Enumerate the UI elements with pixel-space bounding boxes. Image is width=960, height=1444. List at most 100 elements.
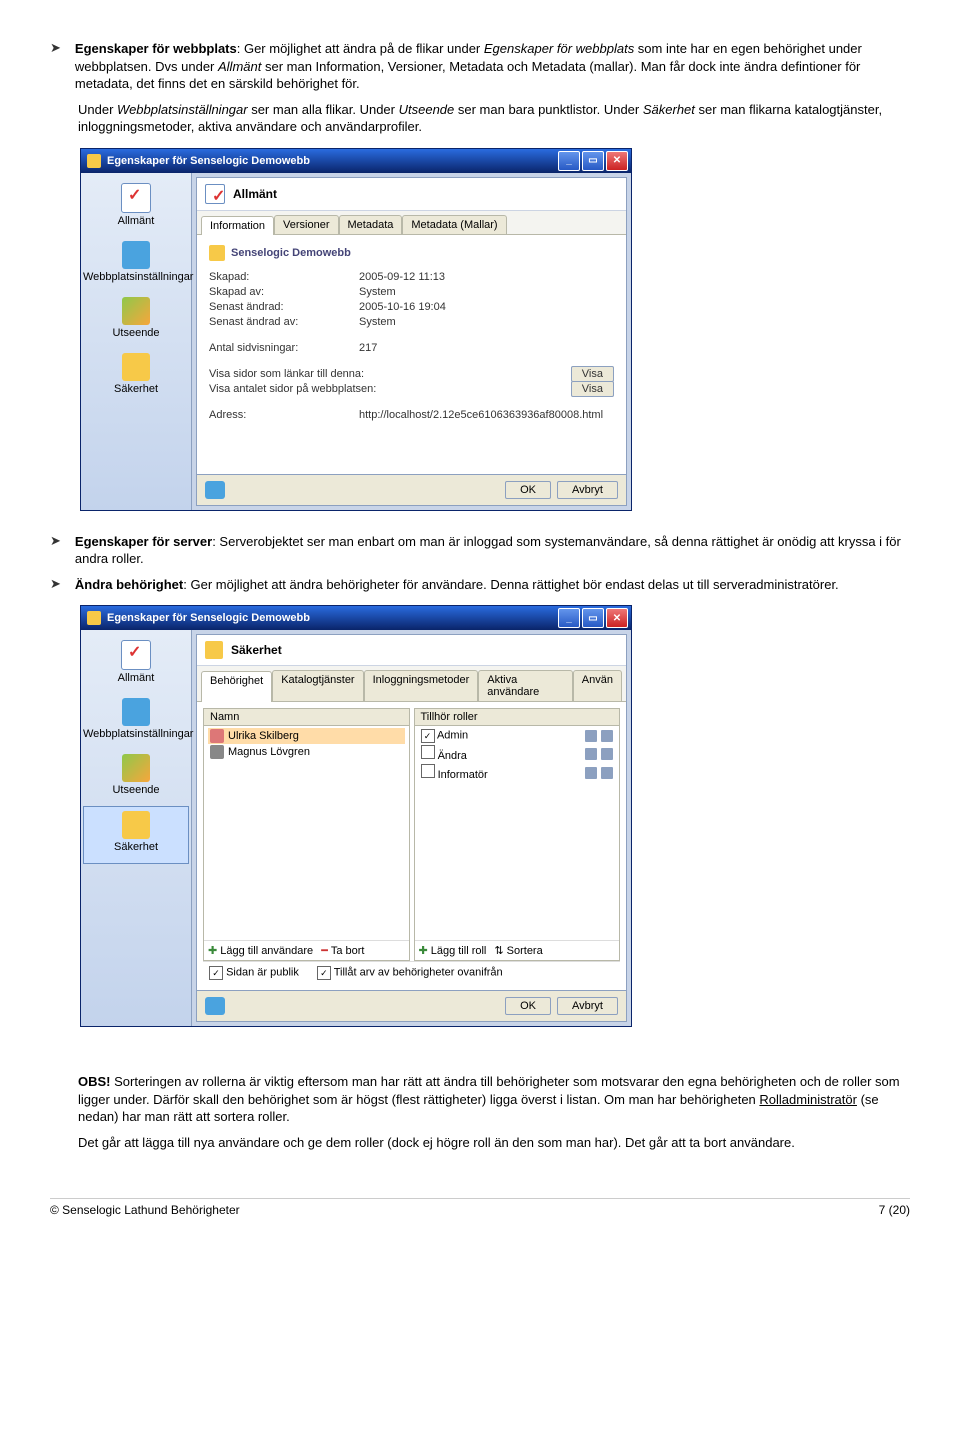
value-senast-andrad-av: System (359, 316, 614, 328)
edit-icon[interactable] (601, 730, 613, 742)
users-list: Namn Ulrika Skilberg Magnus Lövgren Lägg… (203, 708, 410, 961)
add-user-button[interactable]: Lägg till användare (208, 944, 313, 957)
label-adress: Adress: (209, 409, 359, 421)
bullet-text: Egenskaper för webbplats: Ger möjlighet … (75, 40, 910, 93)
sort-button[interactable]: ⇅ Sortera (494, 944, 542, 957)
value-skapad-av: System (359, 286, 614, 298)
remove-user-button[interactable]: Ta bort (321, 944, 364, 957)
label-senast-andrad: Senast ändrad: (209, 301, 359, 313)
tab-aktiva-anvandare[interactable]: Aktiva användare (478, 670, 573, 701)
sidebar-item-allmant[interactable]: Allmänt (81, 636, 191, 694)
role-row[interactable]: Informatör (419, 763, 616, 782)
ok-button[interactable]: OK (505, 997, 551, 1015)
bullet-egenskaper-webbplats: ➤ Egenskaper för webbplats: Ger möjlighe… (50, 40, 910, 93)
sidebar: Allmänt Webbplatsinställningar Utseende … (81, 173, 192, 510)
titlebar: Egenskaper för Senselogic Demowebb _ ▭ ✕ (81, 606, 631, 630)
label-senast-andrad-av: Senast ändrad av: (209, 316, 359, 328)
brush-icon (122, 754, 150, 782)
sidebar-item-sakerhet[interactable]: Säkerhet (83, 806, 189, 864)
main-panel: Allmänt Information Versioner Metadata M… (196, 177, 627, 506)
value-skapad: 2005-09-12 11:13 (359, 271, 614, 283)
dialog-allmant: Egenskaper för Senselogic Demowebb _ ▭ ✕… (80, 148, 632, 511)
tabs: Behörighet Katalogtjänster Inloggningsme… (197, 666, 626, 701)
bullet-egenskaper-server: ➤ Egenskaper för server: Serverobjektet … (50, 533, 910, 568)
minimize-button[interactable]: _ (558, 151, 580, 171)
sidebar-item-webbplats[interactable]: Webbplatsinställningar (81, 237, 191, 293)
button-bar: OK Avbryt (197, 474, 626, 505)
label-skapad-av: Skapad av: (209, 286, 359, 298)
checkbox-icon[interactable] (421, 764, 435, 778)
checkbox-tillat-arv[interactable] (317, 966, 331, 980)
sidebar-item-sakerhet[interactable]: Säkerhet (81, 349, 191, 405)
dialog-sakerhet: Egenskaper för Senselogic Demowebb _ ▭ ✕… (80, 605, 632, 1027)
label-visa-antal: Visa antalet sidor på webbplatsen: (209, 383, 439, 395)
site-name: Senselogic Demowebb (231, 247, 351, 259)
bullet-icon: ➤ (50, 533, 61, 568)
minus-icon[interactable] (585, 748, 597, 760)
bullet-prefix: Egenskaper för webbplats (75, 41, 237, 56)
bullet-icon: ➤ (50, 40, 61, 93)
sidebar: Allmänt Webbplatsinställningar Utseende … (81, 630, 192, 1026)
roles-list: Tillhör roller Admin Ändra Informatör Lä… (414, 708, 621, 961)
tab-content: Senselogic Demowebb Skapad:2005-09-12 11… (197, 234, 626, 474)
panel-title: Allmänt (233, 187, 277, 201)
maximize-button[interactable]: ▭ (582, 608, 604, 628)
close-button[interactable]: ✕ (606, 151, 628, 171)
sidebar-item-webbplats[interactable]: Webbplatsinställningar (81, 694, 191, 750)
visa-button-2[interactable]: Visa (571, 381, 614, 397)
label-antal-sidvisningar: Antal sidvisningar: (209, 342, 359, 354)
close-button[interactable]: ✕ (606, 608, 628, 628)
ok-button[interactable]: OK (505, 481, 551, 499)
user-row[interactable]: Ulrika Skilberg (208, 728, 405, 744)
tab-information[interactable]: Information (201, 216, 274, 235)
user-row[interactable]: Magnus Lövgren (208, 744, 405, 760)
tab-versioner[interactable]: Versioner (274, 215, 338, 234)
lock-icon (122, 811, 150, 839)
obs-paragraph-2: Det går att lägga till nya användare och… (78, 1134, 910, 1152)
checkbox-icon[interactable] (421, 729, 435, 743)
minimize-button[interactable]: _ (558, 608, 580, 628)
sidebar-item-utseende[interactable]: Utseende (81, 750, 191, 806)
titlebar: Egenskaper för Senselogic Demowebb _ ▭ ✕ (81, 149, 631, 173)
value-adress: http://localhost/2.12e5ce6106363936af800… (359, 409, 614, 421)
add-role-button[interactable]: Lägg till roll (419, 944, 487, 957)
cancel-button[interactable]: Avbryt (557, 481, 618, 499)
cancel-button[interactable]: Avbryt (557, 997, 618, 1015)
lock-icon (205, 641, 223, 659)
column-header-roller: Tillhör roller (415, 709, 620, 726)
edit-icon[interactable] (601, 767, 613, 779)
checkbox-icon[interactable] (421, 745, 435, 759)
user-icon (210, 745, 224, 759)
button-bar: OK Avbryt (197, 990, 626, 1021)
checkbox-icon (121, 183, 151, 213)
tab-katalogtjanster[interactable]: Katalogtjänster (272, 670, 363, 701)
tab-anvandarprofiler[interactable]: Använ (573, 670, 622, 701)
sidebar-item-allmant[interactable]: Allmänt (81, 179, 191, 237)
page-footer: © Senselogic Lathund Behörigheter 7 (20) (50, 1198, 910, 1217)
bullet-andra-behorighet: ➤ Ändra behörighet: Ger möjlighet att än… (50, 576, 910, 594)
sidebar-item-utseende[interactable]: Utseende (81, 293, 191, 349)
tab-metadata[interactable]: Metadata (339, 215, 403, 234)
tab-inloggningsmetoder[interactable]: Inloggningsmetoder (364, 670, 479, 701)
value-antal-sidvisningar: 217 (359, 342, 614, 354)
app-icon (87, 611, 101, 625)
tab-metadata-mallar[interactable]: Metadata (Mallar) (402, 215, 506, 234)
role-row[interactable]: Ändra (419, 744, 616, 763)
role-actions: Lägg till roll ⇅ Sortera (415, 940, 620, 960)
checkbox-sidan-publik[interactable] (209, 966, 223, 980)
minus-icon[interactable] (585, 730, 597, 742)
panel-title: Säkerhet (231, 643, 282, 657)
house-icon (122, 241, 150, 269)
hand-icon[interactable] (205, 997, 225, 1015)
maximize-button[interactable]: ▭ (582, 151, 604, 171)
label-visa-lankar: Visa sidor som länkar till denna: (209, 368, 439, 380)
hand-icon[interactable] (205, 481, 225, 499)
main-panel: Säkerhet Behörighet Katalogtjänster Inlo… (196, 634, 627, 1022)
edit-icon[interactable] (601, 748, 613, 760)
paragraph-under: Under Webbplatsinställningar ser man all… (78, 101, 910, 136)
visa-button-1[interactable]: Visa (571, 366, 614, 382)
footer-right: 7 (20) (879, 1203, 910, 1217)
minus-icon[interactable] (585, 767, 597, 779)
role-row[interactable]: Admin (419, 728, 616, 744)
tab-behorighet[interactable]: Behörighet (201, 671, 272, 702)
